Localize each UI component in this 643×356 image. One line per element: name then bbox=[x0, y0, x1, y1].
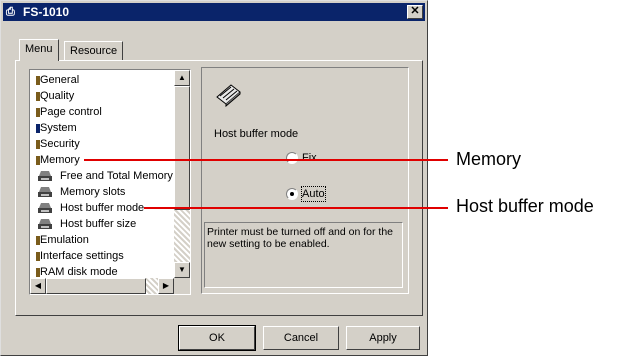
radio-selected-dot bbox=[290, 192, 294, 196]
printer-icon bbox=[38, 171, 52, 181]
callout-line-host-buffer-mode bbox=[144, 207, 448, 209]
tree-item-emulation[interactable]: Emulation bbox=[36, 232, 89, 248]
tree-item-label: Interface settings bbox=[40, 250, 124, 262]
close-button[interactable]: ✕ bbox=[407, 5, 423, 19]
tree-node-icon bbox=[36, 108, 40, 117]
callout-host-buffer-mode: Host buffer mode bbox=[456, 196, 594, 216]
tree-item-label: Host buffer mode bbox=[60, 202, 145, 214]
tree-horizontal-scrollbar[interactable]: ◀ ▶ bbox=[30, 278, 174, 294]
tab-resource[interactable]: Resource bbox=[64, 41, 124, 61]
restart-note: Printer must be turned off and on for th… bbox=[204, 222, 403, 288]
radio-auto-label: Auto bbox=[301, 186, 326, 202]
tree-item-system[interactable]: System bbox=[36, 120, 77, 136]
tree-node-icon bbox=[36, 252, 40, 261]
tree-item-label: Host buffer size bbox=[60, 218, 137, 230]
title-bar[interactable]: ⎙ FS-1010 ✕ bbox=[3, 3, 425, 21]
tree-item-label: General bbox=[40, 74, 80, 86]
tree-node-icon bbox=[36, 92, 40, 101]
tree-item-label: Memory bbox=[40, 154, 80, 166]
callout-memory: Memory bbox=[456, 149, 522, 169]
window-title: FS-1010 bbox=[23, 5, 70, 19]
tree-item-label: Memory slots bbox=[60, 186, 126, 198]
scroll-thumb[interactable] bbox=[174, 86, 190, 210]
ok-button[interactable]: OK bbox=[178, 325, 256, 351]
tree-item-host-buffer-mode[interactable]: Host buffer mode bbox=[38, 200, 144, 216]
tab-menu[interactable]: Menu bbox=[19, 39, 59, 61]
tree-item-security[interactable]: Security bbox=[36, 136, 80, 152]
scroll-right-arrow-icon[interactable]: ▶ bbox=[158, 278, 174, 294]
tree-node-icon bbox=[36, 140, 40, 149]
settings-tree[interactable]: General Quality Page control System Secu… bbox=[29, 69, 191, 295]
radio-auto[interactable] bbox=[286, 188, 298, 200]
tree-item-quality[interactable]: Quality bbox=[36, 88, 75, 104]
printer-settings-dialog: ⎙ FS-1010 ✕ Menu Resource General Qualit… bbox=[0, 0, 428, 356]
scroll-thumb[interactable] bbox=[46, 278, 146, 294]
tree-node-icon bbox=[36, 236, 40, 245]
scroll-left-arrow-icon[interactable]: ◀ bbox=[30, 278, 46, 294]
radio-fix[interactable] bbox=[286, 152, 298, 164]
tree-item-host-buffer-size[interactable]: Host buffer size bbox=[38, 216, 136, 232]
scrollbar-corner bbox=[174, 278, 190, 294]
tree-item-memory-slots[interactable]: Memory slots bbox=[38, 184, 125, 200]
tree-node-icon bbox=[36, 76, 40, 85]
cancel-button[interactable]: Cancel bbox=[263, 326, 339, 350]
printer-icon bbox=[38, 203, 52, 213]
scroll-down-arrow-icon[interactable]: ▼ bbox=[174, 262, 190, 278]
printer-icon bbox=[38, 219, 52, 229]
printer-icon bbox=[38, 187, 52, 197]
tree-item-label: Emulation bbox=[40, 234, 89, 246]
tree-item-interface-settings[interactable]: Interface settings bbox=[36, 248, 124, 264]
tree-item-label: Free and Total Memory bbox=[60, 170, 173, 182]
tree-node-icon bbox=[36, 124, 40, 133]
tree-item-free-and-total-memory[interactable]: Free and Total Memory bbox=[38, 168, 173, 184]
tree-item-general[interactable]: General bbox=[36, 72, 80, 88]
tree-node-icon bbox=[36, 268, 40, 277]
printer-app-icon: ⎙ bbox=[6, 6, 15, 18]
tree-vertical-scrollbar[interactable]: ▲ ▼ bbox=[174, 70, 190, 278]
apply-button[interactable]: Apply bbox=[346, 326, 420, 350]
tree-item-label: System bbox=[40, 122, 77, 134]
tree-item-label: Security bbox=[40, 138, 80, 150]
tree-item-memory[interactable]: Memory bbox=[36, 152, 80, 168]
tree-item-label: Page control bbox=[40, 106, 102, 118]
tree-item-page-control[interactable]: Page control bbox=[36, 104, 102, 120]
memory-chip-icon bbox=[216, 84, 241, 107]
scroll-up-arrow-icon[interactable]: ▲ bbox=[174, 70, 190, 86]
tree-node-icon bbox=[36, 156, 40, 165]
tree-item-label: Quality bbox=[40, 90, 75, 102]
radio-fix-label: Fix bbox=[302, 152, 317, 164]
host-buffer-mode-heading: Host buffer mode bbox=[214, 128, 299, 140]
tree-item-label: RAM disk mode bbox=[40, 266, 118, 278]
callout-line-memory bbox=[84, 159, 448, 161]
